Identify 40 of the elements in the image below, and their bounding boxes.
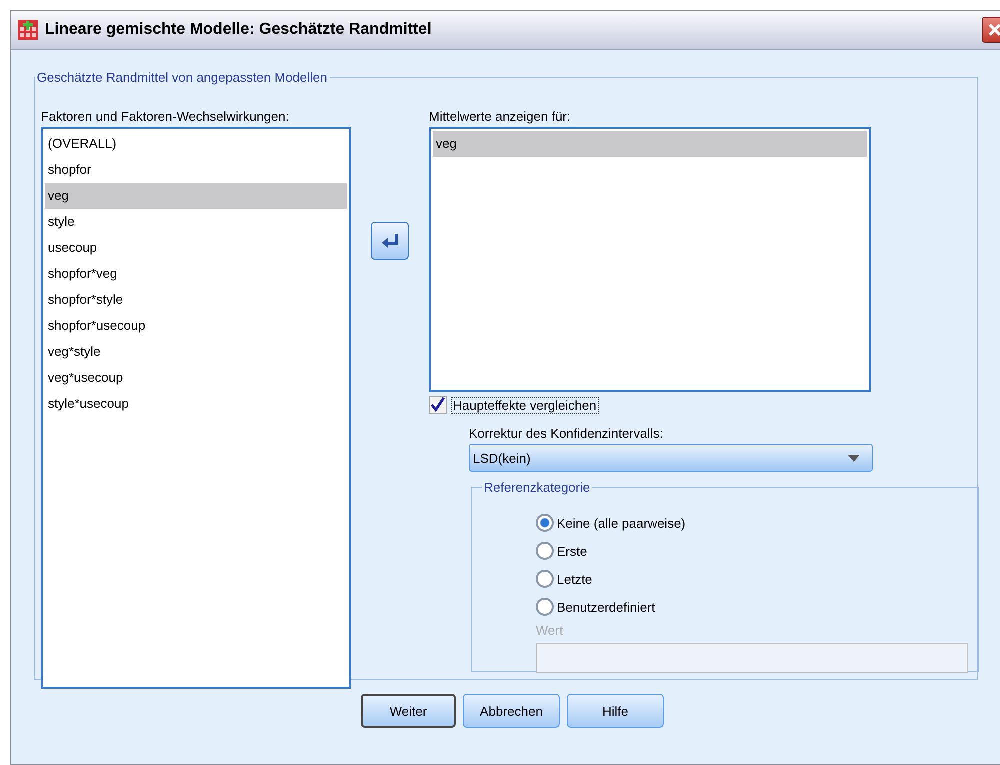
table-icon <box>17 19 39 41</box>
group-title: Geschätzte Randmittel von angepassten Modellen <box>36 70 329 85</box>
group-title: Referenzkategorie <box>483 480 592 495</box>
list-item[interactable]: shopfor <box>45 157 347 183</box>
radio-label[interactable]: Letzte <box>557 572 592 586</box>
dialog-button[interactable]: Hilfe <box>567 694 664 728</box>
radio-label[interactable]: Benutzerdefiniert <box>557 600 656 614</box>
checkbox-label[interactable]: Haupteffekte vergleichen <box>451 396 599 414</box>
radio-label[interactable]: Keine (alle paarweise) <box>557 516 686 530</box>
field-label: Wert <box>536 623 564 640</box>
radio-button[interactable] <box>536 542 554 560</box>
radio-button[interactable] <box>536 514 554 532</box>
list-item[interactable]: shopfor*style <box>45 287 347 313</box>
list-item[interactable]: veg <box>45 183 347 209</box>
dialog-button[interactable]: Abbrechen <box>463 694 560 728</box>
caret-icon <box>848 454 860 462</box>
list-item[interactable]: shopfor*veg <box>45 261 347 287</box>
list-item[interactable]: style <box>45 209 347 235</box>
factor-list[interactable]: (OVERALL) shopfor veg style usecoup shopfor*veg shopfor*style shopfor*usecoup veg*style veg*usecoup style*usecoup <box>41 127 351 689</box>
radio-button[interactable] <box>536 570 554 588</box>
close-icon <box>987 22 1000 38</box>
move-button[interactable] <box>371 222 409 260</box>
list-item[interactable]: shopfor*usecoup <box>45 313 347 339</box>
list-label: Faktoren und Faktoren-Wechselwirkungen: <box>41 108 290 126</box>
means-list[interactable]: veg <box>429 127 871 392</box>
list-item[interactable]: (OVERALL) <box>45 131 347 157</box>
list-item[interactable]: usecoup <box>45 235 347 261</box>
arrow-icon <box>381 233 399 249</box>
dialog-button[interactable]: Weiter <box>361 694 456 728</box>
dropdown-label: Korrektur des Konfidenzintervalls: <box>469 426 664 443</box>
radio-button[interactable] <box>536 598 554 616</box>
correction-dropdown[interactable]: LSD(kein) <box>469 444 873 472</box>
list-item[interactable]: veg*style <box>45 339 347 365</box>
list-item[interactable]: veg <box>433 131 867 157</box>
list-item[interactable]: style*usecoup <box>45 391 347 417</box>
radio-label[interactable]: Erste <box>557 544 588 558</box>
checkbox[interactable] <box>429 396 447 414</box>
window-title: Lineare gemischte Modelle: Geschätzte Randmittel <box>45 21 433 39</box>
list-item[interactable]: veg*usecoup <box>45 365 347 391</box>
list-label: Mittelwerte anzeigen für: <box>429 108 572 126</box>
